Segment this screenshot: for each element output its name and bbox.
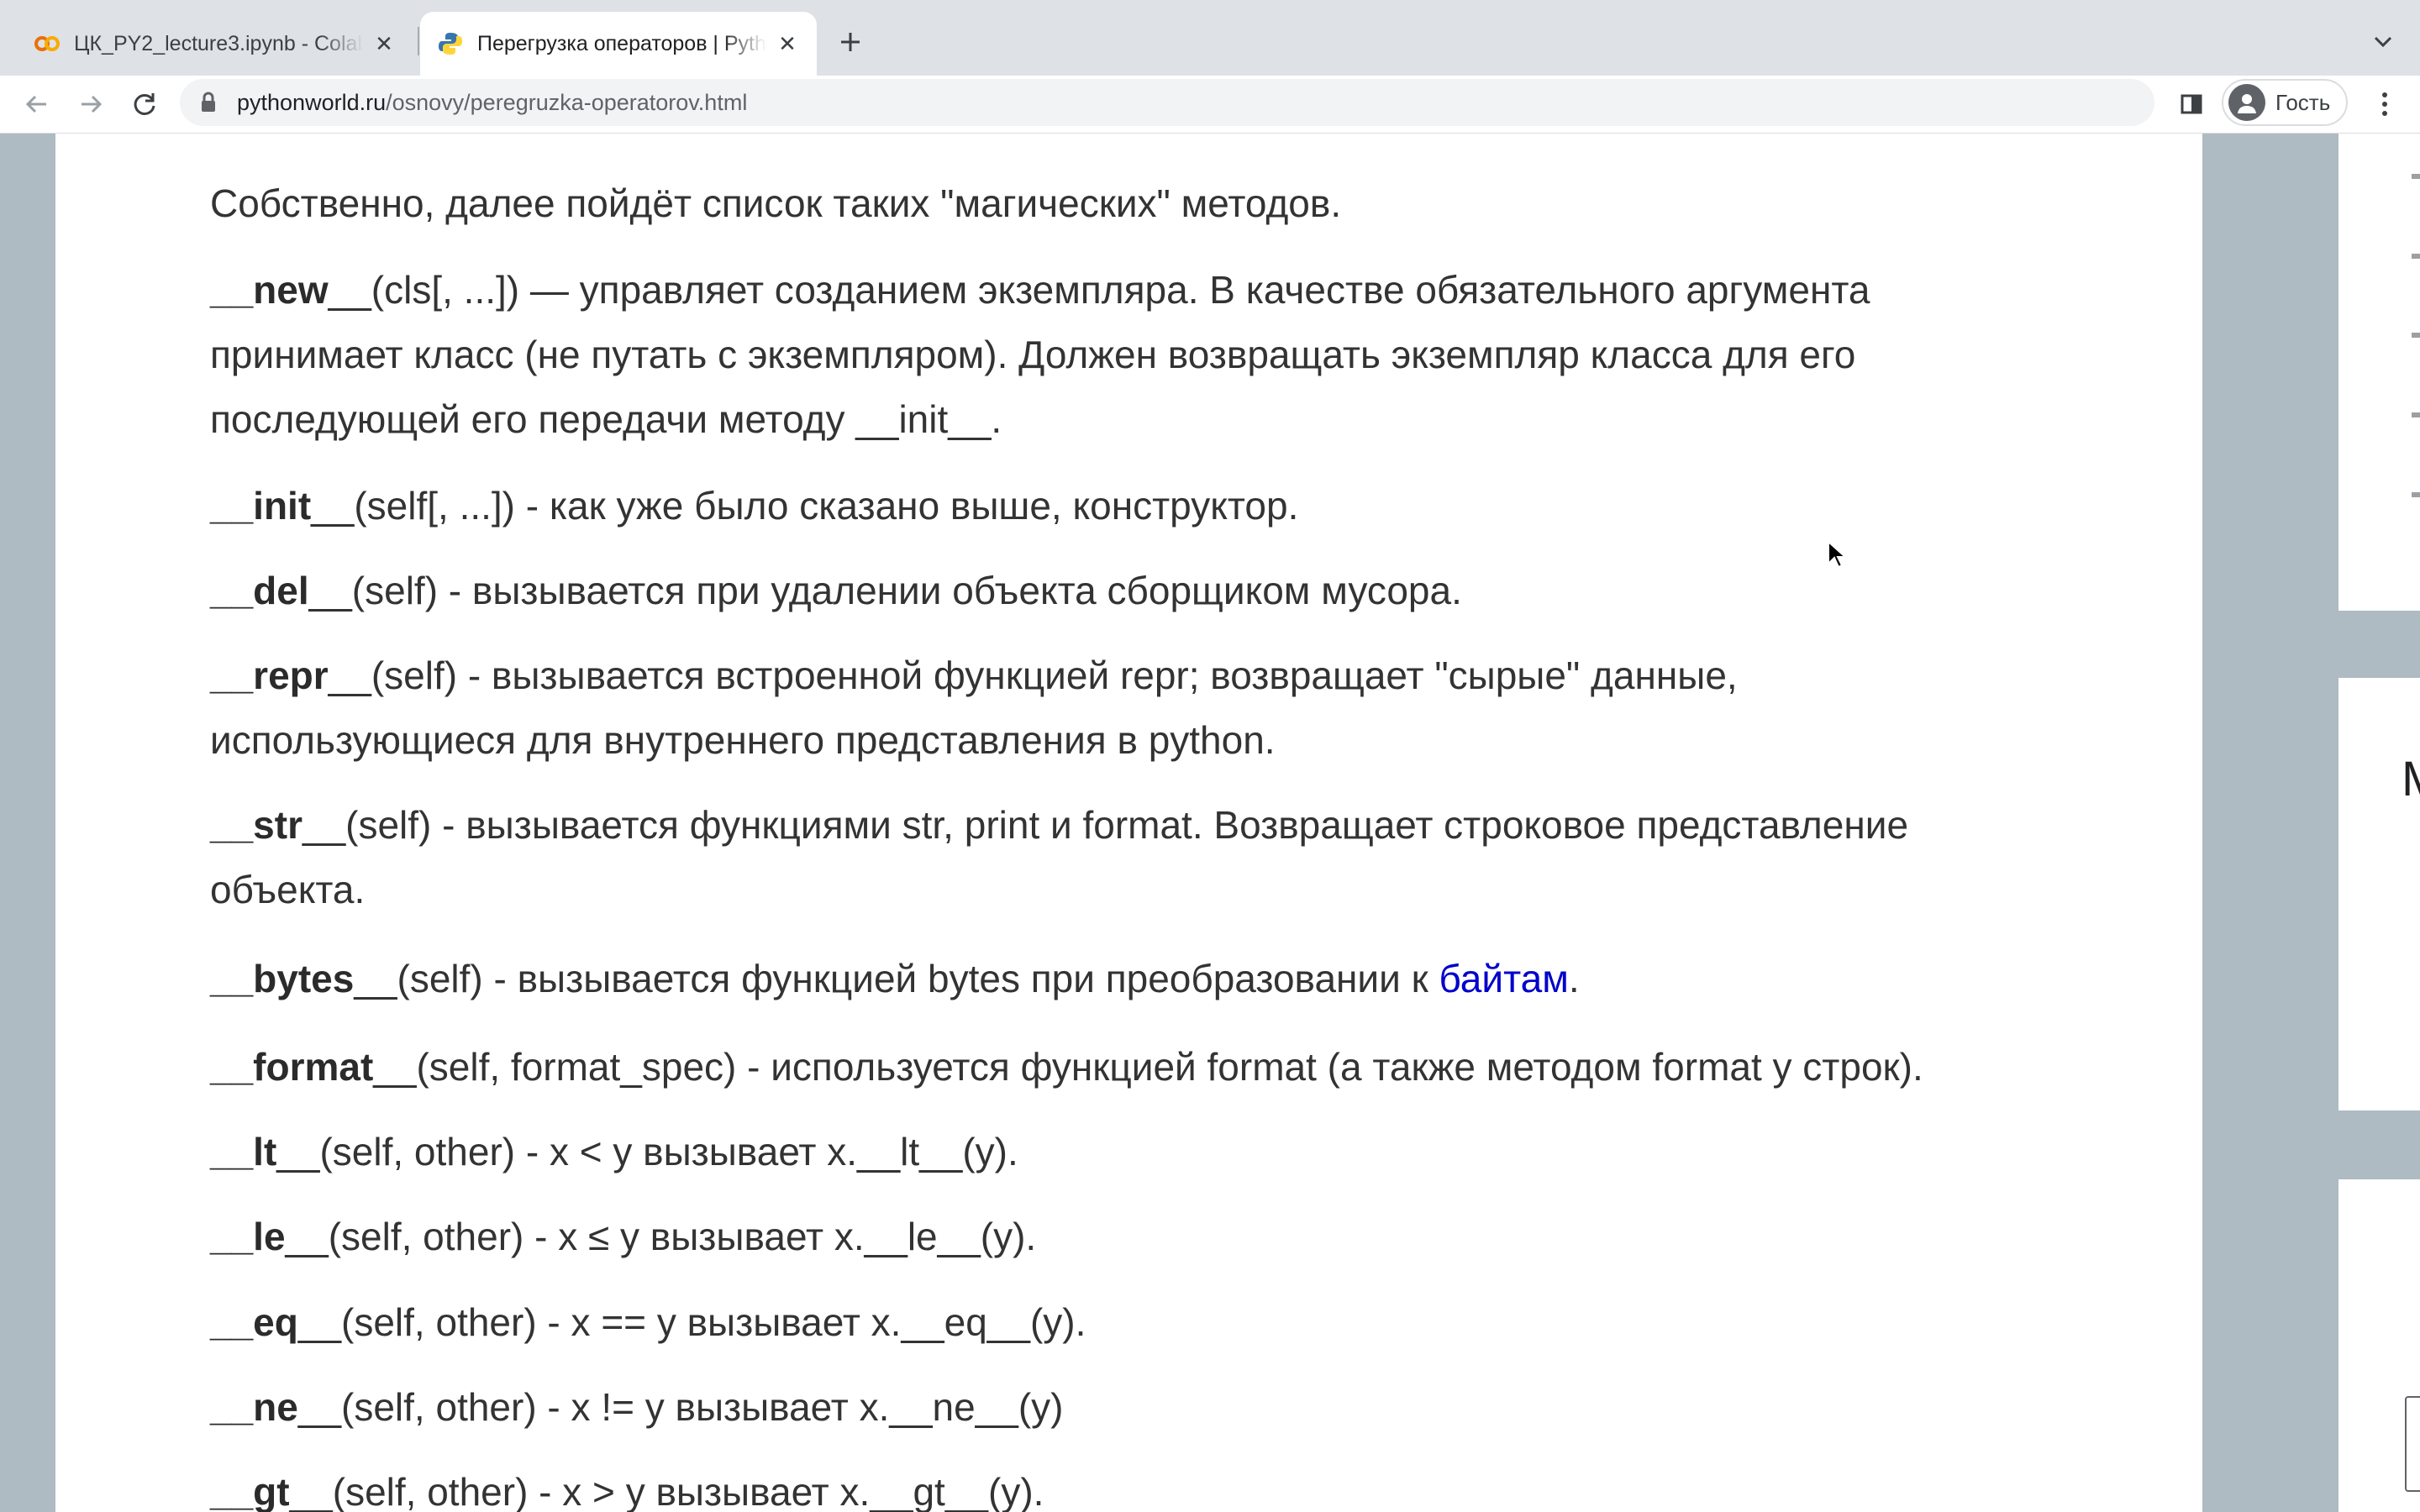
method-le: __le__(self, other) - x ≤ y вызывает x._… bbox=[210, 1215, 1037, 1258]
method-repr: __repr__(self) - вызывается встроенной ф… bbox=[210, 654, 1738, 697]
person-icon bbox=[2228, 84, 2265, 121]
reload-icon bbox=[134, 93, 155, 115]
arrow-right-icon bbox=[82, 95, 103, 113]
sidebar-marker bbox=[2412, 333, 2420, 338]
colab-icon bbox=[34, 30, 60, 57]
browser-menu-button[interactable] bbox=[2366, 86, 2403, 123]
back-button[interactable] bbox=[18, 86, 55, 123]
sidebar-block bbox=[2338, 134, 2420, 611]
sidebar-marker bbox=[2412, 412, 2420, 417]
method-init: __init__(self[, ...]) - как уже было ска… bbox=[210, 484, 1299, 528]
tab-separator bbox=[418, 27, 419, 55]
lock-icon[interactable] bbox=[200, 91, 220, 114]
method-str-line2: объекта. bbox=[210, 868, 366, 911]
address-bar[interactable]: pythonworld.ru/osnovy/peregruzka-operato… bbox=[180, 79, 2154, 126]
method-del: __del__(self) - вызывается при удалении … bbox=[210, 569, 1462, 612]
page-viewport[interactable]: Собственно, далее пойдёт список таких "м… bbox=[0, 134, 2420, 1512]
sidebar-block bbox=[2338, 678, 2420, 1110]
tab-colab[interactable]: ЦК_PY2_lecture3.ipynb - Colab ✕ bbox=[0, 12, 413, 76]
sidebar-marker bbox=[2412, 254, 2420, 259]
close-icon[interactable]: ✕ bbox=[371, 31, 397, 56]
url-path: /osnovy/peregruzka-operatorov.html bbox=[386, 89, 748, 115]
sidebar-marker bbox=[2412, 492, 2420, 497]
profile-button[interactable]: Гость bbox=[2222, 79, 2348, 126]
method-repr-line2: использующиеся для внутреннего представл… bbox=[210, 718, 1276, 762]
side-panel-icon bbox=[2181, 94, 2202, 114]
bytes-link[interactable]: байтам bbox=[1439, 957, 1569, 1000]
profile-label: Гость bbox=[2275, 89, 2331, 115]
method-bytes: __bytes__(self) - вызывается функцией by… bbox=[210, 957, 1580, 1000]
method-new-line3: последующей его передачи методу __init__… bbox=[210, 397, 1002, 441]
article-paragraph: Собственно, далее пойдёт список таких "м… bbox=[210, 181, 1342, 225]
method-new-line2: принимает класс (не путать с экземпляром… bbox=[210, 333, 1856, 376]
plus-icon bbox=[841, 33, 860, 51]
tab-title: ЦК_PY2_lecture3.ipynb - Colab bbox=[74, 31, 363, 55]
more-vert-icon bbox=[2382, 92, 2387, 116]
chevron-down-icon bbox=[2374, 36, 2392, 48]
forward-button[interactable] bbox=[72, 86, 109, 123]
method-eq: __eq__(self, other) - x == y вызывает x.… bbox=[210, 1300, 1086, 1344]
sidebar-partial-heading: М bbox=[2402, 751, 2420, 807]
tab-title: Перегрузка операторов | Python bbox=[477, 31, 766, 55]
method-lt: __lt__(self, other) - x < y вызывает x._… bbox=[210, 1130, 1018, 1173]
method-gt: __gt__(self, other) - x > y вызывает x._… bbox=[210, 1470, 1044, 1512]
tab-strip: ЦК_PY2_lecture3.ipynb - Colab ✕ Перегруз… bbox=[0, 0, 2420, 76]
python-icon bbox=[437, 30, 464, 57]
browser-toolbar: pythonworld.ru/osnovy/peregruzka-operato… bbox=[0, 76, 2420, 134]
close-icon[interactable]: ✕ bbox=[775, 31, 800, 56]
mouse-cursor-icon bbox=[1828, 540, 1845, 569]
sidebar-widget[interactable] bbox=[2405, 1396, 2420, 1492]
tab-search-button[interactable] bbox=[2365, 24, 2402, 60]
sidebar-marker bbox=[2412, 174, 2420, 179]
tab-pythonworld[interactable]: Перегрузка операторов | Python ✕ bbox=[420, 12, 817, 76]
article-card: Собственно, далее пойдёт список таких "м… bbox=[55, 134, 2202, 1512]
method-new: __new__(cls[, ...]) — управляет создание… bbox=[210, 268, 1870, 312]
new-tab-button[interactable] bbox=[832, 24, 869, 60]
side-panel-button[interactable] bbox=[2173, 86, 2210, 123]
url-host: pythonworld.ru bbox=[237, 89, 387, 115]
method-str: __str__(self) - вызывается функциями str… bbox=[210, 803, 1909, 847]
url-text[interactable]: pythonworld.ru/osnovy/peregruzka-operato… bbox=[237, 90, 747, 116]
arrow-left-icon bbox=[25, 95, 46, 113]
reload-button[interactable] bbox=[126, 86, 163, 123]
method-format: __format__(self, format_spec) - использу… bbox=[210, 1045, 1923, 1089]
method-ne: __ne__(self, other) - x != y вызывает x.… bbox=[210, 1385, 1064, 1429]
